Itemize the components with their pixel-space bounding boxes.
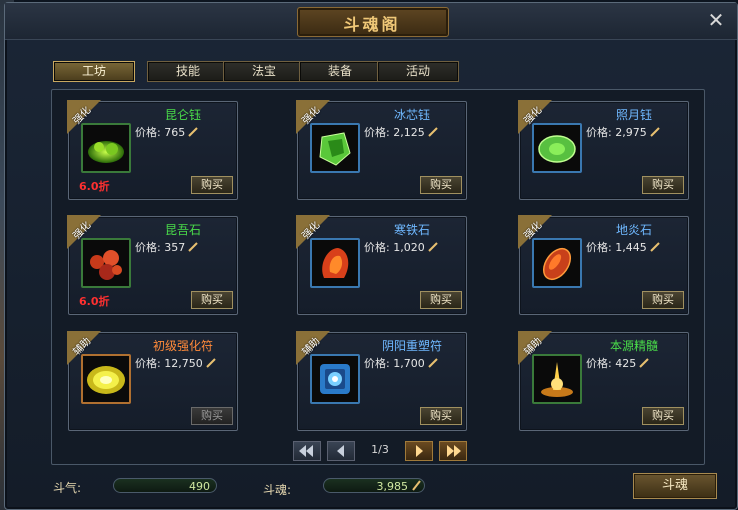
pen-icon <box>650 242 660 252</box>
buy-button[interactable]: 购买 <box>642 407 684 425</box>
item-card: 强化 昆仑钰 价格: 765 6.0折 购买 <box>67 100 238 200</box>
buy-button[interactable]: 购买 <box>191 291 233 309</box>
red-ore-icon[interactable] <box>81 238 131 288</box>
next-page-button[interactable] <box>405 441 433 461</box>
double-right-arrow-icon <box>447 445 461 457</box>
last-page-button[interactable] <box>439 441 467 461</box>
price-label: 价格: <box>364 357 390 370</box>
first-page-button[interactable] <box>293 441 321 461</box>
buy-button[interactable]: 购买 <box>420 407 462 425</box>
right-arrow-icon <box>416 445 423 457</box>
price-label: 价格: <box>135 126 161 139</box>
price-value: 1,700 <box>393 357 425 370</box>
item-card: 辅助 初级强化符 价格: 12,750 购买 <box>67 331 238 431</box>
pen-icon <box>188 127 198 137</box>
price-label: 价格: <box>135 241 161 254</box>
price-label: 价格: <box>586 357 612 370</box>
item-price: 价格: 12,750 <box>135 355 216 371</box>
item-card: 强化 寒铁石 价格: 1,020 购买 <box>296 215 467 315</box>
pen-icon <box>650 127 660 137</box>
origin-essence-icon[interactable] <box>532 354 582 404</box>
moon-jade-icon[interactable] <box>532 123 582 173</box>
item-card: 强化 照月钰 价格: 2,975 购买 <box>518 100 689 200</box>
green-jade-ore-icon[interactable] <box>81 123 131 173</box>
price-value: 425 <box>615 357 637 370</box>
price-label: 价格: <box>586 241 612 254</box>
buy-button[interactable]: 购买 <box>191 176 233 194</box>
pen-icon <box>412 480 421 491</box>
buy-button[interactable]: 购买 <box>642 291 684 309</box>
douhun-pavilion-window: 斗魂阁 ✕ 工坊 技能 法宝 装备 活动 强化 昆仑钰 价格: 765 6.0折 购买强… <box>4 2 738 510</box>
item-card: 强化 冰芯钰 价格: 2,125 购买 <box>296 100 467 200</box>
item-price: 价格: 1,445 <box>586 239 660 255</box>
item-name: 昆吾石 <box>164 223 201 237</box>
price-value: 2,125 <box>393 126 425 139</box>
price-label: 价格: <box>364 126 390 139</box>
douqi-label: 斗气: <box>53 481 82 495</box>
price-value: 357 <box>164 241 186 254</box>
price-label: 价格: <box>364 241 390 254</box>
item-name: 初级强化符 <box>152 339 213 353</box>
buy-button[interactable]: 购买 <box>191 407 233 425</box>
item-name: 本源精髓 <box>609 339 658 353</box>
tab-workshop[interactable]: 工坊 <box>53 61 135 82</box>
douhun-value: 3,985 <box>323 478 425 493</box>
close-icon[interactable]: ✕ <box>705 9 727 31</box>
item-name: 地炎石 <box>615 223 652 237</box>
tab-equipment[interactable]: 装备 <box>299 61 381 82</box>
item-price: 价格: 1,020 <box>364 239 438 255</box>
double-left-arrow-icon <box>299 445 313 457</box>
earth-flame-stone-icon[interactable] <box>532 238 582 288</box>
item-name: 寒铁石 <box>393 223 430 237</box>
item-card: 强化 昆吾石 价格: 357 6.0折 购买 <box>67 215 238 315</box>
price-label: 价格: <box>586 126 612 139</box>
price-value: 1,445 <box>615 241 647 254</box>
pen-icon <box>639 358 649 368</box>
pen-icon <box>428 242 438 252</box>
buy-button[interactable]: 购买 <box>420 291 462 309</box>
pen-icon <box>188 242 198 252</box>
price-value: 12,750 <box>164 357 203 370</box>
tab-treasure[interactable]: 法宝 <box>223 61 305 82</box>
douhun-label: 斗魂: <box>263 483 292 497</box>
price-value: 765 <box>164 126 186 139</box>
douqi-value: 490 <box>113 478 217 493</box>
page-indicator: 1/3 <box>371 443 389 456</box>
discount-label: 6.0折 <box>79 295 110 308</box>
item-price: 价格: 2,125 <box>364 124 438 140</box>
discount-label: 6.0折 <box>79 180 110 193</box>
item-price: 价格: 2,975 <box>586 124 660 140</box>
pen-icon <box>428 127 438 137</box>
item-price: 价格: 765 <box>135 124 198 140</box>
item-card: 辅助 阴阳重塑符 价格: 1,700 购买 <box>296 331 467 431</box>
douhun-button[interactable]: 斗魂 <box>633 473 717 499</box>
tab-skills[interactable]: 技能 <box>147 61 229 82</box>
item-price: 价格: 425 <box>586 355 649 371</box>
left-arrow-icon <box>337 445 344 457</box>
yinyang-scroll-icon[interactable] <box>310 354 360 404</box>
cold-iron-stone-icon[interactable] <box>310 238 360 288</box>
buy-button[interactable]: 购买 <box>642 176 684 194</box>
price-label: 价格: <box>135 357 161 370</box>
item-name: 阴阳重塑符 <box>381 339 442 353</box>
pen-icon <box>206 358 216 368</box>
item-card: 强化 地炎石 价格: 1,445 购买 <box>518 215 689 315</box>
window-title: 斗魂阁 <box>343 15 401 34</box>
item-name: 冰芯钰 <box>393 108 430 122</box>
tab-events[interactable]: 活动 <box>377 61 459 82</box>
price-value: 1,020 <box>393 241 425 254</box>
pen-icon <box>428 358 438 368</box>
item-name: 照月钰 <box>615 108 652 122</box>
ice-core-gem-icon[interactable] <box>310 123 360 173</box>
enhance-talisman-icon[interactable] <box>81 354 131 404</box>
item-price: 价格: 357 <box>135 239 198 255</box>
item-price: 价格: 1,700 <box>364 355 438 371</box>
buy-button[interactable]: 购买 <box>420 176 462 194</box>
item-name: 昆仑钰 <box>164 108 201 122</box>
item-card: 辅助 本源精髓 价格: 425 购买 <box>518 331 689 431</box>
title-bar[interactable]: 斗魂阁 ✕ <box>5 3 737 40</box>
prev-page-button[interactable] <box>327 441 355 461</box>
price-value: 2,975 <box>615 126 647 139</box>
